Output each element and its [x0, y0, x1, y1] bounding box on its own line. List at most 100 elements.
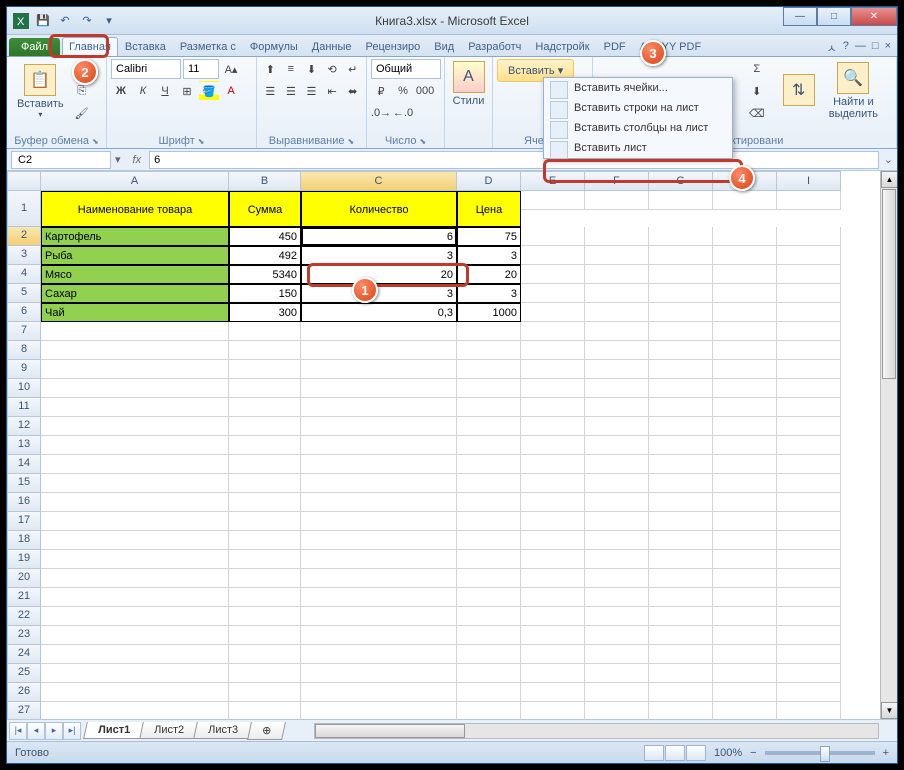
cell-G27[interactable]: [649, 702, 713, 719]
cell-C15[interactable]: [301, 474, 457, 493]
page-layout-view-icon[interactable]: [665, 745, 685, 761]
cell-I6[interactable]: [777, 303, 841, 322]
find-select-button[interactable]: 🔍 Найти и выделить: [823, 60, 884, 122]
cell-B24[interactable]: [229, 645, 301, 664]
cell-H22[interactable]: [713, 607, 777, 626]
sort-filter-button[interactable]: ⇅: [777, 72, 821, 110]
cell-F11[interactable]: [585, 398, 649, 417]
cell-A15[interactable]: [41, 474, 229, 493]
cell-C4[interactable]: 20: [301, 265, 457, 284]
cell-H12[interactable]: [713, 417, 777, 436]
increase-font-icon[interactable]: A▴: [221, 59, 241, 79]
cell-E14[interactable]: [521, 455, 585, 474]
cell-C5[interactable]: 3: [301, 284, 457, 303]
number-launcher-icon[interactable]: ⬊: [419, 137, 426, 146]
namebox-dropdown-icon[interactable]: ▾: [111, 153, 125, 166]
cell-H20[interactable]: [713, 569, 777, 588]
cell-F5[interactable]: [585, 284, 649, 303]
comma-icon[interactable]: 000: [415, 81, 435, 101]
cell-H17[interactable]: [713, 512, 777, 531]
cell-D2[interactable]: 75: [457, 227, 521, 246]
cell-H19[interactable]: [713, 550, 777, 569]
cell-D4[interactable]: 20: [457, 265, 521, 284]
clipboard-launcher-icon[interactable]: ⬊: [92, 137, 99, 146]
cell-C1[interactable]: Количество: [301, 191, 457, 227]
align-launcher-icon[interactable]: ⬊: [348, 137, 355, 146]
cell-D22[interactable]: [457, 607, 521, 626]
tab-разработч[interactable]: Разработч: [461, 37, 528, 56]
cell-G25[interactable]: [649, 664, 713, 683]
cell-E5[interactable]: [521, 284, 585, 303]
qat-more-icon[interactable]: ▾: [99, 11, 119, 31]
row-header-5[interactable]: 5: [7, 284, 41, 303]
cell-B8[interactable]: [229, 341, 301, 360]
minimize-button[interactable]: —: [783, 7, 817, 26]
cell-H15[interactable]: [713, 474, 777, 493]
cell-H1[interactable]: [713, 191, 777, 210]
cell-A8[interactable]: [41, 341, 229, 360]
cell-B13[interactable]: [229, 436, 301, 455]
cell-B19[interactable]: [229, 550, 301, 569]
cell-D27[interactable]: [457, 702, 521, 719]
row-header-15[interactable]: 15: [7, 474, 41, 493]
cell-G26[interactable]: [649, 683, 713, 702]
save-icon[interactable]: 💾: [33, 11, 53, 31]
cell-G4[interactable]: [649, 265, 713, 284]
formula-expand-icon[interactable]: ⌄: [884, 153, 893, 166]
cell-I24[interactable]: [777, 645, 841, 664]
orientation-icon[interactable]: ⟲: [323, 59, 342, 79]
italic-icon[interactable]: К: [133, 81, 153, 101]
cell-D8[interactable]: [457, 341, 521, 360]
fill-color-icon[interactable]: 🪣: [199, 81, 219, 101]
cell-D21[interactable]: [457, 588, 521, 607]
last-sheet-icon[interactable]: ▸|: [63, 722, 81, 740]
cell-C8[interactable]: [301, 341, 457, 360]
cell-B14[interactable]: [229, 455, 301, 474]
cell-H18[interactable]: [713, 531, 777, 550]
cell-A5[interactable]: Сахар: [41, 284, 229, 303]
cell-I14[interactable]: [777, 455, 841, 474]
cell-C27[interactable]: [301, 702, 457, 719]
cell-G15[interactable]: [649, 474, 713, 493]
cell-D20[interactable]: [457, 569, 521, 588]
scroll-up-icon[interactable]: ▲: [881, 171, 897, 188]
cell-G20[interactable]: [649, 569, 713, 588]
cell-E19[interactable]: [521, 550, 585, 569]
scroll-down-icon[interactable]: ▼: [881, 702, 897, 719]
cell-A13[interactable]: [41, 436, 229, 455]
cell-F24[interactable]: [585, 645, 649, 664]
cell-G12[interactable]: [649, 417, 713, 436]
cell-E16[interactable]: [521, 493, 585, 512]
cell-G8[interactable]: [649, 341, 713, 360]
cell-B7[interactable]: [229, 322, 301, 341]
normal-view-icon[interactable]: [644, 745, 664, 761]
cell-F14[interactable]: [585, 455, 649, 474]
cell-G7[interactable]: [649, 322, 713, 341]
cell-D12[interactable]: [457, 417, 521, 436]
row-header-8[interactable]: 8: [7, 341, 41, 360]
cell-D10[interactable]: [457, 379, 521, 398]
align-center-icon[interactable]: ☰: [282, 81, 301, 101]
cell-G17[interactable]: [649, 512, 713, 531]
row-header-18[interactable]: 18: [7, 531, 41, 550]
row-header-25[interactable]: 25: [7, 664, 41, 683]
cell-H9[interactable]: [713, 360, 777, 379]
cell-C22[interactable]: [301, 607, 457, 626]
col-header-E[interactable]: E: [521, 171, 585, 191]
cell-C25[interactable]: [301, 664, 457, 683]
cell-C23[interactable]: [301, 626, 457, 645]
cell-F18[interactable]: [585, 531, 649, 550]
cell-G16[interactable]: [649, 493, 713, 512]
cell-I26[interactable]: [777, 683, 841, 702]
cell-H27[interactable]: [713, 702, 777, 719]
row-header-14[interactable]: 14: [7, 455, 41, 474]
row-header-21[interactable]: 21: [7, 588, 41, 607]
cell-A21[interactable]: [41, 588, 229, 607]
cell-E26[interactable]: [521, 683, 585, 702]
horizontal-scrollbar[interactable]: [314, 723, 879, 739]
cell-C19[interactable]: [301, 550, 457, 569]
cell-I21[interactable]: [777, 588, 841, 607]
cell-G19[interactable]: [649, 550, 713, 569]
cell-F9[interactable]: [585, 360, 649, 379]
cell-E8[interactable]: [521, 341, 585, 360]
